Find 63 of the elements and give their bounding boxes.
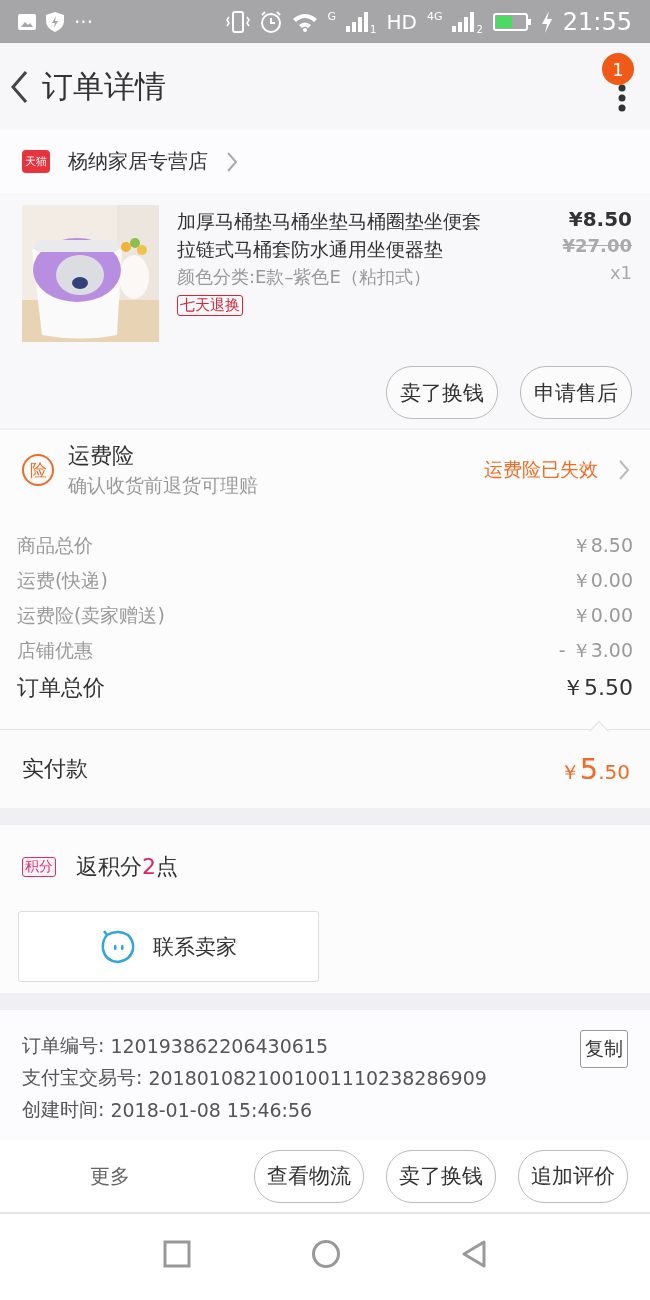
original-price: ¥27.00 — [562, 235, 632, 256]
sim-number: 2 — [476, 24, 483, 35]
back-icon[interactable] — [10, 69, 28, 104]
clock-time: 21:55 — [562, 7, 632, 36]
sim-number: 1 — [370, 24, 377, 35]
info-label: 创建时间: — [22, 1097, 105, 1122]
tmall-badge: 天猫 — [22, 150, 50, 173]
action-button[interactable]: 申请售后 — [520, 366, 632, 419]
price-label: 运费(快递) — [17, 567, 108, 593]
battery-icon — [492, 12, 531, 31]
more-notifications-icon: ··· — [74, 9, 94, 34]
insurance-title: 运费险 — [68, 442, 135, 470]
info-value: 2018010821001001110238286909 — [148, 1067, 487, 1089]
info-label: 订单编号: — [22, 1033, 105, 1058]
signal-icon — [346, 11, 369, 32]
price-value: ￥5.50 — [562, 674, 633, 702]
recent-apps-icon[interactable] — [163, 1240, 191, 1268]
notification-badge: 1 — [602, 53, 634, 85]
product-title[interactable]: 加厚马桶垫马桶坐垫马桶圈垫坐便套拉链式马桶套防水通用坐便器垫 — [177, 207, 499, 263]
info-value: 120193862206430615 — [110, 1035, 328, 1057]
insurance-description: 确认收货前退货可理赔 — [68, 473, 259, 498]
hd-label: HD — [386, 9, 417, 34]
more-link[interactable]: 更多 — [90, 1162, 232, 1190]
info-value: 2018-01-08 15:46:56 — [110, 1099, 313, 1121]
shield-icon — [46, 11, 64, 32]
store-name[interactable]: 杨纳家居专营店 — [68, 148, 208, 175]
wifi-icon — [291, 11, 318, 32]
price-label: 订单总价 — [17, 674, 105, 702]
paid-amount: ￥5.50 — [559, 752, 630, 786]
action-button[interactable]: 追加评价 — [518, 1149, 628, 1203]
copy-button[interactable]: 复制 — [580, 1030, 628, 1068]
info-label: 支付宝交易号: — [22, 1065, 143, 1090]
product-quantity: x1 — [609, 262, 632, 283]
action-button[interactable]: 卖了换钱 — [386, 366, 498, 419]
contact-seller-button[interactable]: 联系卖家 — [18, 911, 319, 982]
price-label: 运费险(卖家赠送) — [17, 602, 165, 628]
insurance-icon: 险 — [22, 454, 54, 486]
chevron-icon[interactable] — [618, 459, 630, 481]
return-policy-tag: 七天退换 — [177, 295, 243, 316]
signal-icon — [452, 11, 475, 32]
chevron-icon[interactable] — [226, 150, 238, 173]
page-title: 订单详情 — [42, 66, 167, 106]
product-price: ¥8.50 — [568, 207, 632, 231]
points-badge: 积分 — [22, 857, 56, 877]
price-value: ￥0.00 — [571, 602, 633, 628]
chat-bubble-icon — [100, 929, 135, 964]
price-value: ￥8.50 — [571, 532, 633, 558]
action-button[interactable]: 卖了换钱 — [386, 1149, 496, 1203]
alarm-icon — [259, 10, 282, 33]
points-reward-text: 返积分2点 — [76, 853, 178, 881]
price-value: ￥0.00 — [571, 567, 633, 593]
network-type-label: 4G — [426, 10, 443, 23]
picture-icon — [18, 13, 36, 30]
price-label: 商品总价 — [17, 532, 93, 558]
vibrate-icon — [225, 10, 250, 33]
price-value: - ￥3.00 — [558, 637, 633, 663]
price-label: 店铺优惠 — [17, 637, 93, 663]
paid-label: 实付款 — [22, 755, 88, 783]
charging-icon — [540, 10, 553, 33]
home-icon[interactable] — [311, 1239, 341, 1269]
product-variant: 颜色分类:E款–紫色E（粘扣式） — [177, 265, 431, 289]
action-button[interactable]: 查看物流 — [254, 1149, 364, 1203]
network-type-label: G — [327, 10, 337, 23]
